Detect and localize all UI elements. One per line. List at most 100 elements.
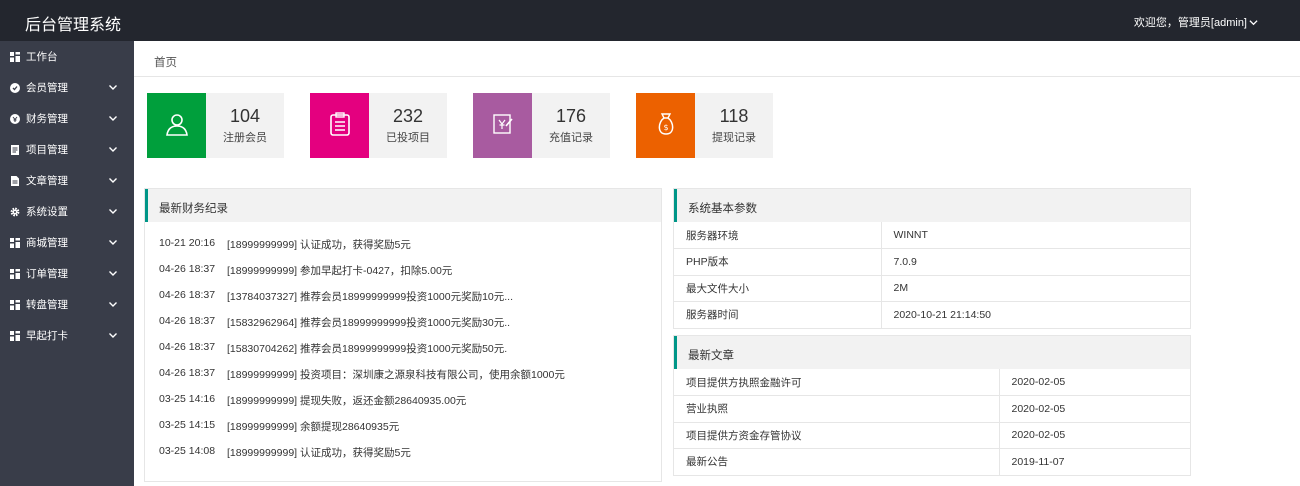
- finance-record-row: 10-21 20:16 [18999999999] 认证成功，获得奖励5元: [159, 237, 565, 263]
- chevron-down-icon: [108, 237, 118, 247]
- article-title[interactable]: 最新公告: [674, 448, 999, 476]
- sidebar-item-label: 订单管理: [26, 268, 68, 280]
- sidebar-item[interactable]: 会员管理: [0, 72, 134, 103]
- article-title[interactable]: 营业执照: [674, 395, 999, 423]
- param-key: 服务器环境: [674, 222, 881, 249]
- sidebar-item[interactable]: 商城管理: [0, 227, 134, 258]
- stat-card[interactable]: 104 注册会员: [147, 93, 284, 158]
- table-row: 服务器环境 WINNT: [674, 222, 1190, 249]
- sidebar-item[interactable]: 订单管理: [0, 258, 134, 289]
- sidebar-item-label: 系统设置: [26, 206, 68, 218]
- table-row[interactable]: 项目提供方资金存管协议 2020-02-05: [674, 422, 1190, 449]
- stat-card[interactable]: 176 充值记录: [473, 93, 610, 158]
- chevron-down-icon: [108, 330, 118, 340]
- user-circle-icon: [10, 82, 20, 93]
- stat-icon-tile: [147, 93, 206, 158]
- app-brand[interactable]: 后台管理系统: [25, 11, 121, 35]
- finance-circle-icon: [10, 113, 20, 124]
- sidebar-item[interactable]: 系统设置: [0, 196, 134, 227]
- finance-record-row: 04-26 18:37 [18999999999] 投资项目：深圳康之源泉科技有限…: [159, 367, 565, 393]
- breadcrumb: 首页: [134, 41, 1300, 77]
- table-row[interactable]: 营业执照 2020-02-05: [674, 395, 1190, 423]
- article-title[interactable]: 项目提供方执照金融许可: [674, 369, 999, 396]
- finance-record-row: 03-25 14:15 [18999999999] 余额提现28640935元: [159, 419, 565, 445]
- sidebar-item[interactable]: 文章管理: [0, 165, 134, 196]
- stat-card[interactable]: $118 提现记录: [636, 93, 773, 158]
- finance-record-row: 03-25 14:16 [18999999999] 提现失败，返还金额286409…: [159, 393, 565, 419]
- top-bar: 后台管理系统 欢迎您，管理员[admin]: [0, 0, 1300, 41]
- chevron-down-icon: [108, 113, 118, 123]
- stat-icon-tile: [310, 93, 369, 158]
- record-time: 03-25 14:08: [159, 445, 216, 457]
- sidebar-item[interactable]: 工作台: [0, 41, 134, 72]
- table-row[interactable]: 项目提供方执照金融许可 2020-02-05: [674, 369, 1190, 396]
- article-date: 2020-02-05: [998, 395, 1190, 423]
- article-date: 2020-02-05: [998, 369, 1190, 396]
- stat-value: 104: [229, 106, 261, 126]
- grid-icon: [10, 268, 20, 279]
- sidebar-item[interactable]: 项目管理: [0, 134, 134, 165]
- article-date: 2019-11-07: [998, 448, 1190, 476]
- user-menu[interactable]: 欢迎您，管理员[admin]: [1134, 14, 1258, 30]
- grid-icon: [10, 237, 20, 248]
- finance-record-row: 03-25 14:08 [18999999999] 认证成功，获得奖励5元: [159, 445, 565, 471]
- article-doc-icon: [10, 175, 20, 186]
- record-text: [18999999999] 余额提现28640935元: [227, 421, 400, 433]
- article-date: 2020-02-05: [998, 422, 1190, 449]
- chevron-down-icon: [108, 268, 118, 278]
- table-row: 服务器时间 2020-10-21 21:14:50: [674, 301, 1190, 329]
- stat-value: 176: [555, 106, 587, 126]
- sidebar-item-label: 文章管理: [26, 175, 68, 187]
- sidebar-nav: 工作台会员管理财务管理项目管理文章管理系统设置商城管理订单管理转盘管理 早起打卡: [0, 41, 134, 486]
- chevron-down-icon: [108, 144, 118, 154]
- article-title[interactable]: 项目提供方资金存管协议: [674, 422, 999, 449]
- breadcrumb-home[interactable]: 首页: [154, 54, 177, 70]
- finance-record-row: 04-26 18:37 [15830704262] 推荐会员18999999999…: [159, 341, 565, 367]
- gear-icon: [10, 207, 20, 217]
- sidebar-item-label: 财务管理: [26, 113, 68, 125]
- finance-record-row: 04-26 18:37 [15832962964] 推荐会员18999999999…: [159, 315, 565, 341]
- record-time: 04-26 18:37: [159, 315, 216, 327]
- record-text: [18999999999] 投资项目：深圳康之源泉科技有限公司，使用余额1000…: [227, 369, 565, 381]
- finance-record-row: 04-26 18:37 [18999999999] 参加早起打卡-0427，扣除5…: [159, 263, 565, 289]
- table-row: 最大文件大小 2M: [674, 275, 1190, 302]
- panel-title: 最新文章: [688, 350, 734, 362]
- record-time: 04-26 18:37: [159, 341, 216, 353]
- record-text: [18999999999] 提现失败，返还金额28640935.00元: [227, 395, 467, 407]
- param-key: 最大文件大小: [674, 275, 881, 302]
- chevron-down-icon: [108, 206, 118, 216]
- finance-records-panel: 最新财务纪录 10-21 20:16 [18999999999] 认证成功，获得奖…: [144, 188, 662, 482]
- stat-value: 232: [392, 106, 424, 126]
- record-time: 04-26 18:37: [159, 263, 216, 275]
- system-params-table: 服务器环境 WINNT PHP版本 7.0.9 最大文件大小 2M 服务器时间 2020-10…: [674, 222, 1190, 329]
- user-greeting[interactable]: 欢迎您，管理员[admin]: [1134, 14, 1247, 30]
- param-value: 7.0.9: [880, 248, 1190, 276]
- sidebar-item[interactable]: 财务管理: [0, 103, 134, 134]
- grid-icon: [10, 330, 20, 341]
- sidebar-item-label: 商城管理: [26, 237, 68, 249]
- table-row[interactable]: 最新公告 2019-11-07: [674, 448, 1190, 476]
- chevron-down-icon: [108, 175, 118, 185]
- param-value: 2M: [880, 275, 1190, 302]
- sidebar-item-label: 会员管理: [26, 82, 68, 94]
- clipboard-icon: [329, 112, 351, 139]
- sidebar-item[interactable]: 早起打卡: [0, 320, 134, 351]
- panel-header: 最新文章: [674, 336, 1190, 369]
- table-row: PHP版本 7.0.9: [674, 248, 1190, 276]
- panel-header: 系统基本参数: [674, 189, 1190, 222]
- param-value: 2020-10-21 21:14:50: [880, 301, 1190, 329]
- grid-icon: [10, 299, 20, 310]
- articles-table: 项目提供方执照金融许可 2020-02-05 营业执照 2020-02-05 项目提供方…: [674, 369, 1190, 476]
- panel-title: 系统基本参数: [688, 203, 757, 215]
- sidebar-item-label: 项目管理: [26, 144, 68, 156]
- record-text: [18999999999] 认证成功，获得奖励5元: [227, 239, 411, 251]
- stat-label: 注册会员: [223, 132, 267, 144]
- record-time: 10-21 20:16: [159, 237, 216, 249]
- record-time: 03-25 14:16: [159, 393, 216, 405]
- record-time: 04-26 18:37: [159, 289, 216, 301]
- sidebar-item[interactable]: 转盘管理: [0, 289, 134, 320]
- stat-icon-tile: [473, 93, 532, 158]
- record-text: [15830704262] 推荐会员18999999999投资1000元奖励50…: [227, 343, 508, 355]
- stat-label: 已投项目: [386, 132, 430, 144]
- stat-card[interactable]: 232 已投项目: [310, 93, 447, 158]
